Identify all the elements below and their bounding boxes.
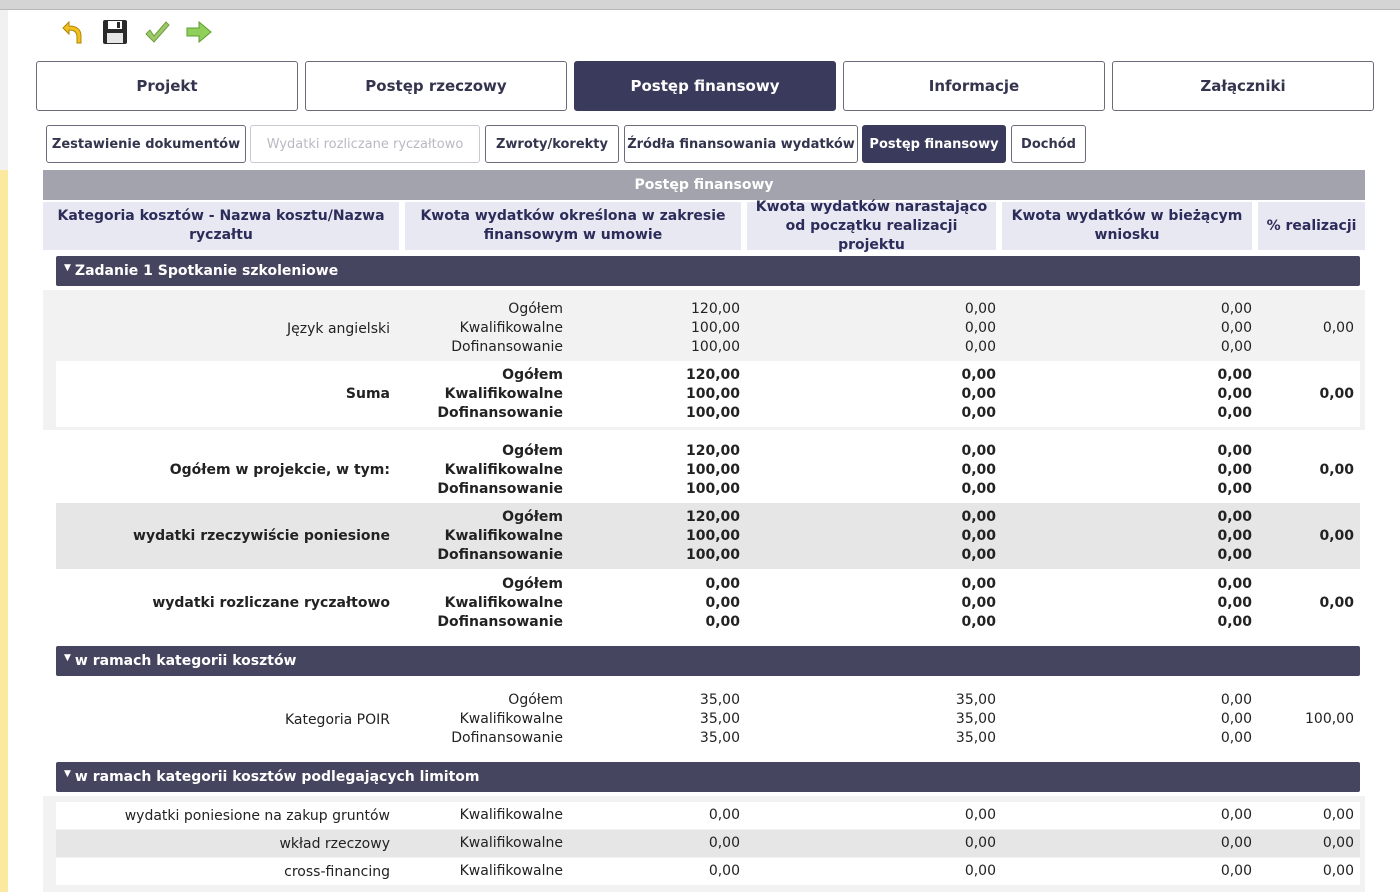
row-name: wydatki rozliczane ryczałtowo [152,595,390,611]
validate-check-icon[interactable] [142,17,172,47]
column-header-percent: % realizacji [1258,202,1365,250]
value-type: Kwalifikowalne [459,835,563,851]
save-icon[interactable] [100,17,130,47]
cumulative-values: 0,00 0,00 0,00 [964,301,996,355]
table-row-limit: wydatki poniesione na zakup gruntów Kwal… [56,802,1360,829]
table-row-limit: wkład rzeczowy Kwalifikowalne 0,00 0,00 … [56,830,1360,857]
value-types: Ogółem Kwalifikowalne Dofinansowanie [437,366,563,421]
current-values: 0,00 0,00 0,00 [1217,575,1252,630]
cumulative-values: 0,00 0,00 0,00 [961,366,996,421]
row-name: Ogółem w projekcie, w tym: [169,462,390,478]
percent-value: 100,00 [1305,711,1354,727]
current-values: 0,00 0,00 0,00 [1220,692,1252,746]
row-name: Język angielski [287,320,390,337]
row-name: wydatki rzeczywiście poniesione [133,528,390,544]
table-row-limit: cross-financing Kwalifikowalne 0,00 0,00… [56,858,1360,885]
value-type: Kwalifikowalne [459,807,563,823]
percent-value: 0,00 [1319,594,1354,611]
row-name: wydatki poniesione na zakup gruntów [124,807,390,824]
value-types: Ogółem Kwalifikowalne Dofinansowanie [437,442,563,497]
cumulative-values: 0,00 0,00 0,00 [961,442,996,497]
current-value: 0,00 [1220,835,1252,851]
row-name: wkład rzeczowy [279,835,390,852]
section-task-label: Zadanie 1 Spotkanie szkoleniowe [74,263,339,279]
contract-value: 0,00 [708,835,740,851]
subtab-zestawienie-dokumentow[interactable]: Zestawienie dokumentów [46,125,246,163]
subtab-dochod[interactable]: Dochód [1011,125,1086,163]
table-row-actual-expenses: wydatki rzeczywiście poniesione Ogółem Kw… [56,503,1360,569]
subtab-wydatki-ryczaltowe: Wydatki rozliczane ryczałtowo [250,125,480,163]
collapse-triangle-icon: ▼ [64,653,71,663]
percent-value: 0,00 [1322,807,1354,823]
table-row: Język angielski Ogółem Kwalifikowalne Dofi… [56,300,1360,357]
row-name: Suma [345,386,390,402]
value-types: Ogółem Kwalifikowalne Dofinansowanie [437,575,563,630]
percent-value: 0,00 [1322,863,1354,879]
value-types: Ogółem Kwalifikowalne Dofinansowanie [437,508,563,563]
tab-informacje[interactable]: Informacje [843,61,1105,111]
column-header-contract: Kwota wydatków określona w zakresie fina… [405,202,741,250]
cumulative-value: 0,00 [964,863,996,879]
subtab-postep-finansowy[interactable]: Postęp finansowy [862,125,1006,163]
percent-value: 0,00 [1322,835,1354,851]
contract-values: 35,00 35,00 35,00 [699,692,740,746]
subtab-zwroty-korekty[interactable]: Zwroty/korekty [485,125,619,163]
column-header-cumulative: Kwota wydatków narastająco od początku r… [747,199,996,253]
section-task[interactable]: ▼ Zadanie 1 Spotkanie szkoleniowe [56,256,1360,286]
row-name: Kategoria POIR [284,711,390,728]
column-header-current: Kwota wydatków w bieżącym wniosku [1002,202,1252,250]
section-limits-label: w ramach kategorii kosztów podlegających… [74,769,480,785]
contract-values: 120,00 100,00 100,00 [685,442,740,497]
current-values: 0,00 0,00 0,00 [1217,366,1252,421]
cumulative-values: 0,00 0,00 0,00 [961,575,996,630]
value-types: Ogółem Kwalifikowalne Dofinansowanie [451,301,563,355]
current-values: 0,00 0,00 0,00 [1217,442,1252,497]
contract-value: 0,00 [708,863,740,879]
collapse-triangle-icon: ▼ [64,769,71,779]
value-types: Ogółem Kwalifikowalne Dofinansowanie [451,692,563,746]
section-categories-label: w ramach kategorii kosztów [74,653,297,669]
row-name: cross-financing [284,863,390,880]
table-row-category: Kategoria POIR Ogółem Kwalifikowalne Dofin… [56,691,1360,748]
current-values: 0,00 0,00 0,00 [1220,301,1252,355]
percent-value: 0,00 [1319,461,1354,478]
contract-values: 0,00 0,00 0,00 [705,575,740,630]
contract-values: 120,00 100,00 100,00 [685,508,740,563]
column-header-category: Kategoria kosztów - Nazwa kosztu/Nazwa r… [43,202,399,250]
percent-value: 0,00 [1319,385,1354,402]
undo-icon[interactable] [58,17,88,47]
collapse-triangle-icon: ▼ [64,263,71,273]
current-values: 0,00 0,00 0,00 [1217,508,1252,563]
forward-arrow-icon[interactable] [184,17,214,47]
table-row-project-total: Ogółem w projekcie, w tym: Ogółem Kwalifi… [56,437,1360,503]
cumulative-value: 0,00 [964,807,996,823]
tab-projekt[interactable]: Projekt [36,61,298,111]
cumulative-values: 35,00 35,00 35,00 [955,692,996,746]
tab-zalaczniki[interactable]: Załączniki [1112,61,1374,111]
tab-postep-rzeczowy[interactable]: Postęp rzeczowy [305,61,567,111]
panel-title: Postęp finansowy [43,170,1365,200]
contract-values: 120,00 100,00 100,00 [685,366,740,421]
subtab-zrodla-finansowania[interactable]: Źródła finansowania wydatków [624,125,858,163]
current-value: 0,00 [1220,863,1252,879]
tab-postep-finansowy[interactable]: Postęp finansowy [574,61,836,111]
section-categories[interactable]: ▼ w ramach kategorii kosztów [56,646,1360,676]
contract-value: 0,00 [708,807,740,823]
percent-value: 0,00 [1322,320,1354,336]
section-limits[interactable]: ▼ w ramach kategorii kosztów podlegającyc… [56,762,1360,792]
table-row-sum: Suma Ogółem Kwalifikowalne Dofinansowanie … [56,361,1360,427]
toolbar [58,16,214,48]
cumulative-values: 0,00 0,00 0,00 [961,508,996,563]
percent-value: 0,00 [1319,527,1354,544]
value-type: Kwalifikowalne [459,863,563,879]
cumulative-value: 0,00 [964,835,996,851]
contract-values: 120,00 100,00 100,00 [691,301,740,355]
left-edge-strip [0,10,8,892]
current-value: 0,00 [1220,807,1252,823]
window-top-strip [0,0,1400,10]
table-row-flat-rate-expenses: wydatki rozliczane ryczałtowo Ogółem Kwal… [56,570,1360,636]
left-edge-highlight [0,170,8,892]
